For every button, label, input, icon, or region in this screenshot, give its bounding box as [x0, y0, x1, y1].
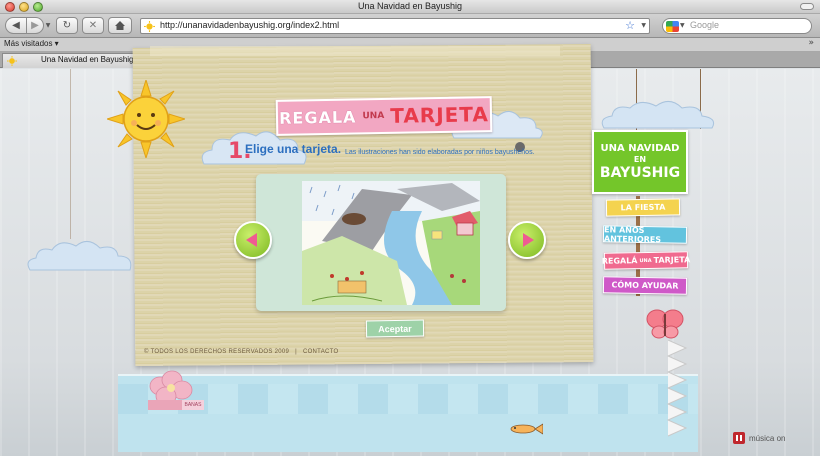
gift-tag: BANAS: [182, 400, 204, 410]
menu-anos-anteriores[interactable]: EN AÑOS ANTERIORES: [602, 225, 688, 244]
menu-la-fiesta[interactable]: LA FIESTA: [605, 198, 681, 217]
most-visited-bookmark[interactable]: Más visitados ▾: [4, 39, 59, 48]
pause-icon[interactable]: [733, 432, 745, 444]
url-history-dropdown-icon[interactable]: ▼: [641, 22, 646, 29]
window-titlebar: Una Navidad en Bayushig: [0, 0, 820, 14]
logo-line3: BAYUSHIG: [599, 165, 681, 181]
history-dropdown-button[interactable]: ▼: [44, 17, 52, 34]
logo-line1: UNA NAVIDAD: [600, 143, 680, 154]
site-favicon-icon: [144, 21, 155, 32]
page-title-banner: REGALA UNA TARJETA: [275, 96, 493, 136]
forward-icon: ▶: [31, 20, 39, 31]
previous-card-button[interactable]: [234, 221, 272, 259]
reload-button[interactable]: ↻: [56, 17, 78, 34]
next-arrow-icon: [523, 233, 534, 247]
logo-line2: EN: [633, 155, 647, 164]
chevron-down-icon: ▼: [45, 22, 51, 29]
menu-como-ayudar[interactable]: CÓMO AYUDAR: [602, 276, 688, 295]
bookmark-star-icon[interactable]: ☆: [625, 19, 635, 32]
tab-label: Una Navidad en Bayushig: [41, 55, 134, 64]
footer-separator: |: [295, 349, 297, 355]
cloud-icon: [27, 241, 132, 271]
music-toggle[interactable]: música on: [733, 432, 785, 444]
chevron-down-icon[interactable]: ▼: [680, 22, 685, 29]
chevron-overflow-icon[interactable]: »: [808, 38, 814, 48]
url-text: http://unanavidadenbayushig.org/index2.h…: [160, 20, 340, 30]
footer-contact-link[interactable]: CONTACTO: [303, 349, 339, 355]
butterfly-icon: [646, 309, 684, 339]
hanging-string: [70, 69, 71, 239]
address-bar[interactable]: http://unanavidadenbayushig.org/index2.h…: [140, 18, 650, 34]
site-logo[interactable]: UNA NAVIDAD EN BAYUSHIG: [592, 130, 688, 194]
title-una: UNA: [362, 110, 385, 122]
stop-icon: ✕: [88, 20, 98, 31]
home-icon: [115, 21, 125, 30]
stop-button[interactable]: ✕: [82, 17, 104, 34]
music-label: música on: [749, 433, 786, 443]
paper-spring-icon: [666, 340, 688, 437]
menu-regala-label: REGALÁ: [601, 256, 638, 266]
prev-arrow-icon: [246, 233, 257, 247]
accept-button[interactable]: Aceptar: [365, 319, 425, 338]
footer-copyright: © TODOS LOS DERECHOS RESERVADOS 2009: [144, 349, 290, 355]
footer: © TODOS LOS DERECHOS RESERVADOS 2009 | C…: [144, 349, 338, 355]
step-description: Las ilustraciones han sido elaboradas po…: [345, 149, 535, 156]
window-title: Una Navidad en Bayushig: [357, 1, 463, 11]
menu-tarjeta-label: TARJETA: [653, 255, 691, 265]
search-bar[interactable]: ▼ Google: [662, 18, 812, 34]
reload-icon: ↻: [62, 20, 72, 31]
home-button[interactable]: [108, 17, 132, 34]
next-card-button[interactable]: [508, 221, 546, 259]
cloud-icon: [601, 101, 715, 129]
menu-regala-tarjeta[interactable]: REGALÁ UNA TARJETA: [601, 251, 691, 270]
menu-una-label: UNA: [639, 257, 652, 264]
forward-button[interactable]: ▶: [26, 17, 44, 34]
toolbar-toggle-button[interactable]: [800, 3, 814, 10]
fish-icon: [510, 423, 543, 435]
sun-favicon-icon: [7, 56, 17, 66]
navigation-toolbar: ◀ ▶ ▼ ↻ ✕ http://unanavidadenbayushig.or…: [0, 14, 820, 38]
sun-icon: [107, 80, 185, 158]
step-title: Elige una tarjeta.: [245, 142, 342, 156]
torn-paper-edge: [150, 46, 560, 56]
title-regala: REGALA: [278, 106, 357, 128]
google-icon[interactable]: [666, 21, 679, 32]
back-icon: ◀: [12, 20, 20, 31]
child-drawing-card-image[interactable]: [302, 181, 480, 305]
title-tarjeta: TARJETA: [390, 102, 490, 128]
search-input[interactable]: Google: [690, 20, 719, 30]
back-button[interactable]: ◀: [5, 17, 27, 34]
